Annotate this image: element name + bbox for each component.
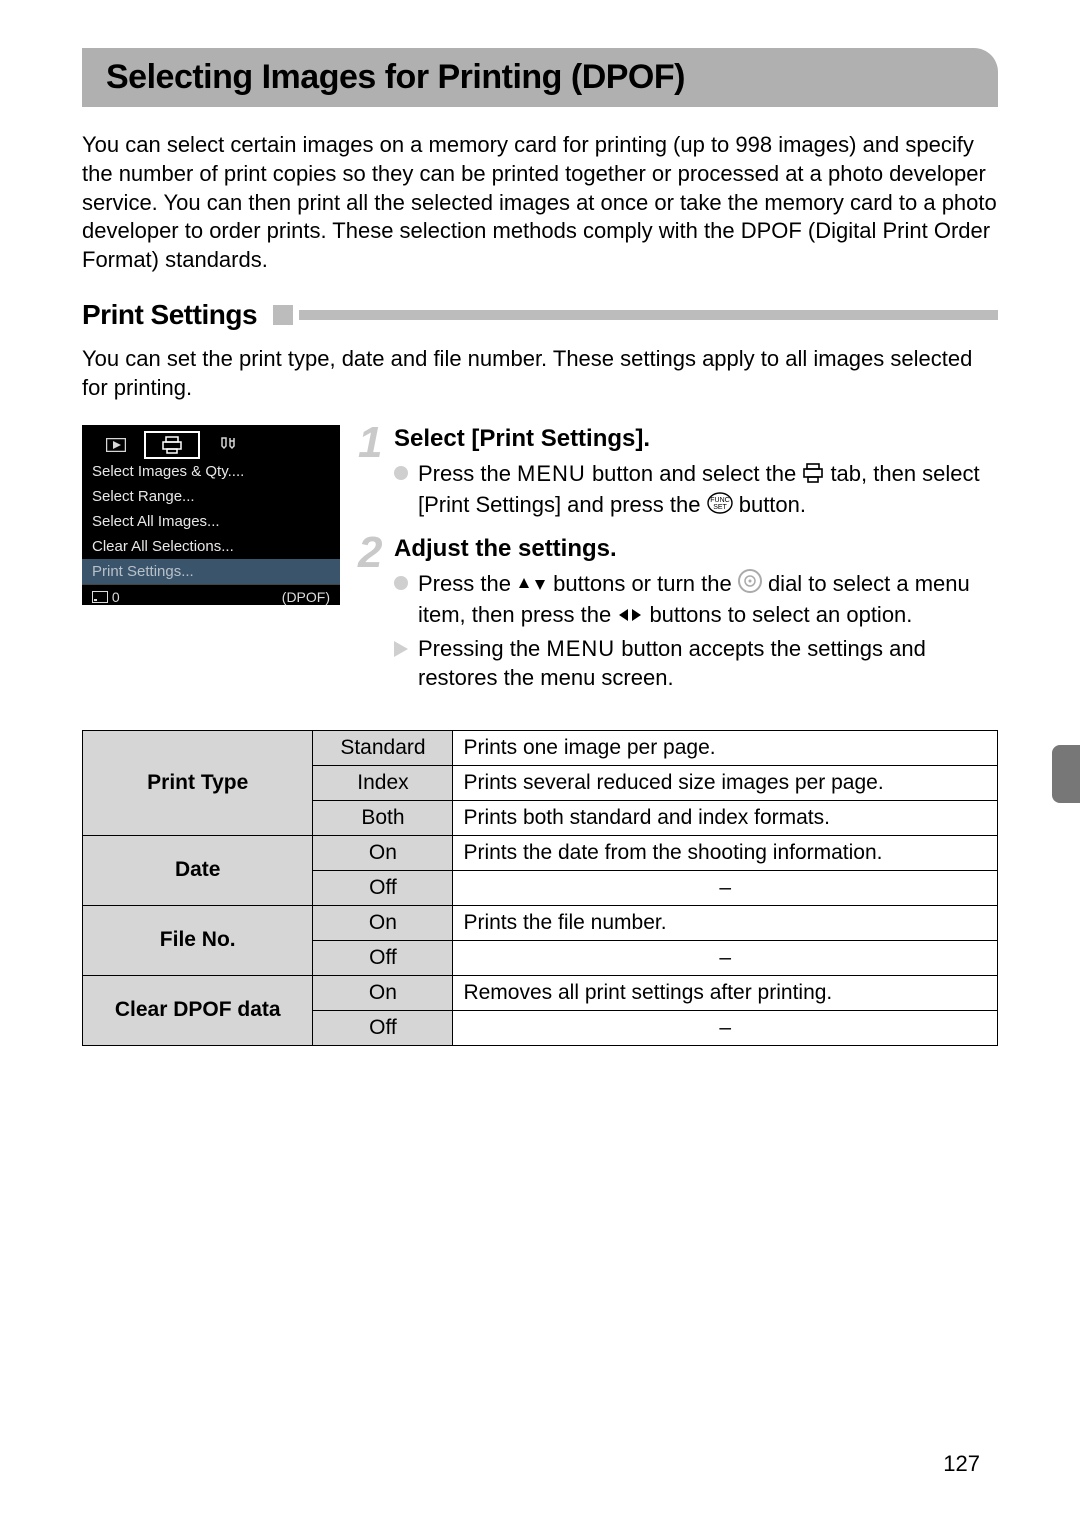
setting-option: On bbox=[313, 835, 453, 870]
playback-tab-icon bbox=[88, 431, 144, 459]
chapter-side-tab bbox=[1052, 745, 1080, 803]
bullet-icon bbox=[394, 576, 408, 590]
page-title-bar: Selecting Images for Printing (DPOF) bbox=[82, 48, 998, 107]
setting-option: Off bbox=[313, 1010, 453, 1045]
setting-description: – bbox=[453, 1010, 998, 1045]
camera-bottom-right: (DPOF) bbox=[282, 589, 330, 605]
menu-button-label: MENU bbox=[546, 636, 615, 661]
setting-name: Clear DPOF data bbox=[83, 975, 313, 1045]
setting-description: Prints several reduced size images per p… bbox=[453, 765, 998, 800]
setting-description: Removes all print settings after printin… bbox=[453, 975, 998, 1010]
step-text: Press the buttons or turn the dial to se… bbox=[418, 569, 998, 630]
svg-text:SET: SET bbox=[713, 504, 727, 511]
setting-name: File No. bbox=[83, 905, 313, 975]
section-title: Print Settings bbox=[82, 299, 257, 331]
page-title: Selecting Images for Printing (DPOF) bbox=[106, 58, 970, 97]
up-down-buttons-icon bbox=[517, 570, 547, 599]
bullet-icon bbox=[394, 466, 408, 480]
left-right-buttons-icon bbox=[617, 601, 643, 630]
setting-description: Prints the file number. bbox=[453, 905, 998, 940]
print-tab-icon bbox=[802, 461, 824, 490]
func-set-button-icon: FUNCSET bbox=[707, 492, 733, 521]
section-heading: Print Settings bbox=[82, 299, 998, 331]
page-number: 127 bbox=[943, 1451, 980, 1477]
table-row: Date On Prints the date from the shootin… bbox=[83, 835, 998, 870]
intro-paragraph: You can select certain images on a memor… bbox=[82, 131, 998, 275]
setting-option: Off bbox=[313, 870, 453, 905]
table-row: Clear DPOF data On Removes all print set… bbox=[83, 975, 998, 1010]
camera-menu-item: Clear All Selections... bbox=[82, 534, 340, 559]
setting-option: Standard bbox=[313, 730, 453, 765]
camera-menu-item: Select Range... bbox=[82, 484, 340, 509]
setting-option: On bbox=[313, 905, 453, 940]
step-text: Pressing the MENU button accepts the set… bbox=[418, 634, 998, 692]
setting-description: – bbox=[453, 870, 998, 905]
setting-description: Prints one image per page. bbox=[453, 730, 998, 765]
camera-menu-item: Select Images & Qty.... bbox=[82, 459, 340, 484]
heading-bar bbox=[299, 310, 998, 320]
step-text: Press the MENU button and select the tab… bbox=[418, 459, 998, 521]
steps-column: 1 Select [Print Settings]. Press the MEN… bbox=[358, 425, 998, 706]
setting-name: Date bbox=[83, 835, 313, 905]
step-title: Adjust the settings. bbox=[394, 535, 998, 563]
setting-description: – bbox=[453, 940, 998, 975]
table-row: Print Type Standard Prints one image per… bbox=[83, 730, 998, 765]
step-number: 1 bbox=[358, 425, 394, 525]
control-dial-icon bbox=[738, 569, 762, 600]
print-settings-table: Print Type Standard Prints one image per… bbox=[82, 730, 998, 1046]
print-tab-icon bbox=[144, 431, 200, 459]
svg-text:FUNC: FUNC bbox=[710, 497, 729, 504]
setting-description: Prints the date from the shooting inform… bbox=[453, 835, 998, 870]
camera-menu-item: Select All Images... bbox=[82, 509, 340, 534]
setting-option: Both bbox=[313, 800, 453, 835]
step-number: 2 bbox=[358, 535, 394, 696]
camera-menu-screenshot: Select Images & Qty.... Select Range... … bbox=[82, 425, 340, 605]
setting-description: Prints both standard and index formats. bbox=[453, 800, 998, 835]
setting-option: Index bbox=[313, 765, 453, 800]
setting-name: Print Type bbox=[83, 730, 313, 835]
menu-button-label: MENU bbox=[517, 461, 586, 486]
heading-square-icon bbox=[273, 305, 293, 325]
step-title: Select [Print Settings]. bbox=[394, 425, 998, 453]
camera-menu-item-selected: Print Settings... bbox=[82, 559, 340, 584]
setting-option: On bbox=[313, 975, 453, 1010]
camera-bottom-left: 0 bbox=[92, 589, 120, 605]
table-row: File No. On Prints the file number. bbox=[83, 905, 998, 940]
tools-tab-icon bbox=[200, 431, 256, 459]
section-intro: You can set the print type, date and fil… bbox=[82, 345, 998, 403]
result-arrow-icon bbox=[394, 641, 408, 657]
setting-option: Off bbox=[313, 940, 453, 975]
